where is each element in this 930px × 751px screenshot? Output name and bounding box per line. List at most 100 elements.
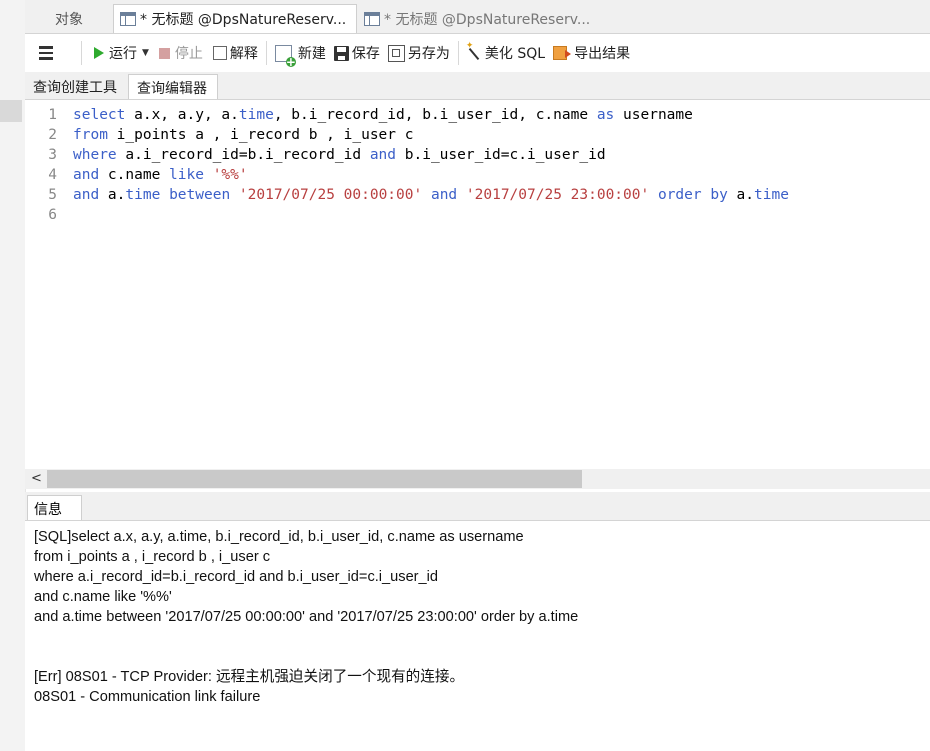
info-line: and c.name like '%%' <box>34 589 172 605</box>
new-query-icon <box>274 44 296 67</box>
info-line: 08S01 - Communication link failure <box>34 689 261 705</box>
export-results-button[interactable]: 导出结果 <box>553 40 630 66</box>
stop-label: 停止 <box>174 46 203 62</box>
code-line[interactable] <box>73 205 789 225</box>
new-label: 新建 <box>297 46 326 62</box>
sql-keyword: from <box>73 127 108 143</box>
document-tab-bar: 对象 * 无标题 @DpsNatureReserv... * 无标题 @DpsN… <box>25 0 930 34</box>
gutter-marker <box>0 100 22 122</box>
hamburger-menu-icon[interactable] <box>39 46 59 60</box>
sql-keyword: order by <box>657 187 728 203</box>
query-table-icon <box>120 12 136 26</box>
sql-string: '%%' <box>212 167 248 183</box>
sql-keyword: time <box>125 187 161 203</box>
play-icon <box>94 47 104 59</box>
explain-button[interactable]: 解释 <box>212 40 258 66</box>
query-table-icon <box>364 11 380 26</box>
save-icon <box>333 45 349 61</box>
stop-button[interactable]: 停止 <box>158 40 203 66</box>
sql-keyword: as <box>596 107 615 123</box>
toolbar-divider <box>81 41 82 65</box>
save-label: 保存 <box>351 46 380 62</box>
save-as-button[interactable]: 另存为 <box>387 40 450 66</box>
sql-text: , b.i_record_id, b.i_user_id, c.name <box>273 107 597 123</box>
info-line: and a.time between '2017/07/25 00:00:00'… <box>34 609 579 625</box>
sql-text: a. <box>727 187 755 203</box>
run-button[interactable]: 运行 ▼ <box>94 40 149 66</box>
info-line: from i_points a , i_record b , i_user c <box>34 549 271 565</box>
sql-text: username <box>614 107 693 123</box>
sql-keyword: and <box>73 167 100 183</box>
tab-query-inactive[interactable]: * 无标题 @DpsNatureReserv... <box>358 4 608 33</box>
sql-text: c.name <box>99 167 170 183</box>
scrollbar-thumb[interactable] <box>47 470 582 488</box>
line-number: 6 <box>48 207 57 223</box>
sql-string: '2017/07/25 23:00:00' <box>465 187 650 203</box>
beautify-label: 美化 SQL <box>484 46 546 62</box>
info-line: where a.i_record_id=b.i_record_id and b.… <box>34 569 439 585</box>
sql-code[interactable]: select a.x, a.y, a.time, b.i_record_id, … <box>73 105 789 225</box>
code-line[interactable]: and a.time between '2017/07/25 00:00:00'… <box>73 185 789 205</box>
left-gutter <box>0 0 26 751</box>
tab-objects[interactable]: 对象 <box>25 4 113 33</box>
query-toolbar: 运行 ▼ 停止 解释 新建 保存 另存为 美化 SQL 导出结果 <box>25 34 930 72</box>
sql-text: i_points a , i_record b , i_user c <box>107 127 414 143</box>
save-button[interactable]: 保存 <box>333 40 380 66</box>
explain-label: 解释 <box>229 46 258 62</box>
tab-query-builder[interactable]: 查询创建工具 <box>25 74 128 99</box>
code-line[interactable]: select a.x, a.y, a.time, b.i_record_id, … <box>73 105 789 125</box>
info-line: [SQL]select a.x, a.y, a.time, b.i_record… <box>34 529 524 545</box>
sql-keyword: select <box>73 107 126 123</box>
tab-query-active-label: * 无标题 @DpsNatureReserv... <box>140 12 347 28</box>
line-number-gutter: 1 2 3 4 5 6 <box>25 105 61 225</box>
export-icon <box>553 46 572 60</box>
beautify-sql-button[interactable]: 美化 SQL <box>466 40 546 66</box>
sql-keyword: and <box>369 147 397 163</box>
code-line[interactable]: from i_points a , i_record b , i_user c <box>73 125 789 145</box>
info-line <box>34 627 578 647</box>
sql-keyword: time <box>754 187 789 203</box>
info-messages: [SQL]select a.x, a.y, a.time, b.i_record… <box>34 527 578 707</box>
sql-text: b.i_user_id=c.i_user_id <box>396 147 606 163</box>
sql-keyword: time <box>238 107 274 123</box>
code-line[interactable]: where a.i_record_id=b.i_record_id and b.… <box>73 145 789 165</box>
stop-icon <box>158 47 170 59</box>
info-line <box>34 647 578 667</box>
sql-text: a.x, a.y, a. <box>125 107 239 123</box>
line-number: 3 <box>48 147 57 163</box>
toolbar-divider <box>457 41 459 65</box>
result-tab-bar: 信息 <box>25 492 930 521</box>
scroll-left-icon[interactable]: < <box>31 469 42 489</box>
sql-keyword: like <box>169 167 204 183</box>
sql-string: '2017/07/25 00:00:00' <box>238 187 423 203</box>
tab-info[interactable]: 信息 <box>27 495 82 520</box>
sql-keyword: and <box>430 187 458 203</box>
sql-keyword: where <box>73 147 117 163</box>
line-number: 1 <box>48 107 57 123</box>
line-number: 4 <box>48 167 57 183</box>
export-label: 导出结果 <box>574 46 631 62</box>
sql-text: a. <box>99 187 126 203</box>
tab-query-editor[interactable]: 查询编辑器 <box>128 74 218 99</box>
tab-query-active[interactable]: * 无标题 @DpsNatureReserv... <box>113 4 357 33</box>
horizontal-scrollbar[interactable]: < <box>25 469 930 489</box>
sql-editor[interactable]: 123456 select a.x, a.y, a.time, b.i_reco… <box>25 100 930 469</box>
sql-keyword: and <box>73 187 100 203</box>
new-query-button[interactable]: 新建 <box>274 40 326 67</box>
save-as-label: 另存为 <box>407 46 450 62</box>
toolbar-divider <box>265 41 267 65</box>
line-number: 5 <box>48 187 57 203</box>
tab-query-inactive-label: * 无标题 @DpsNatureReserv... <box>384 11 591 28</box>
run-label: 运行 <box>109 46 137 62</box>
chevron-down-icon[interactable]: ▼ <box>142 48 149 58</box>
editor-subtab-bar: 查询创建工具 查询编辑器 <box>25 72 930 100</box>
explain-icon <box>212 46 227 60</box>
code-line[interactable]: and c.name like '%%' <box>73 165 789 185</box>
sql-text: a.i_record_id=b.i_record_id <box>116 147 370 163</box>
line-number: 2 <box>48 127 57 143</box>
